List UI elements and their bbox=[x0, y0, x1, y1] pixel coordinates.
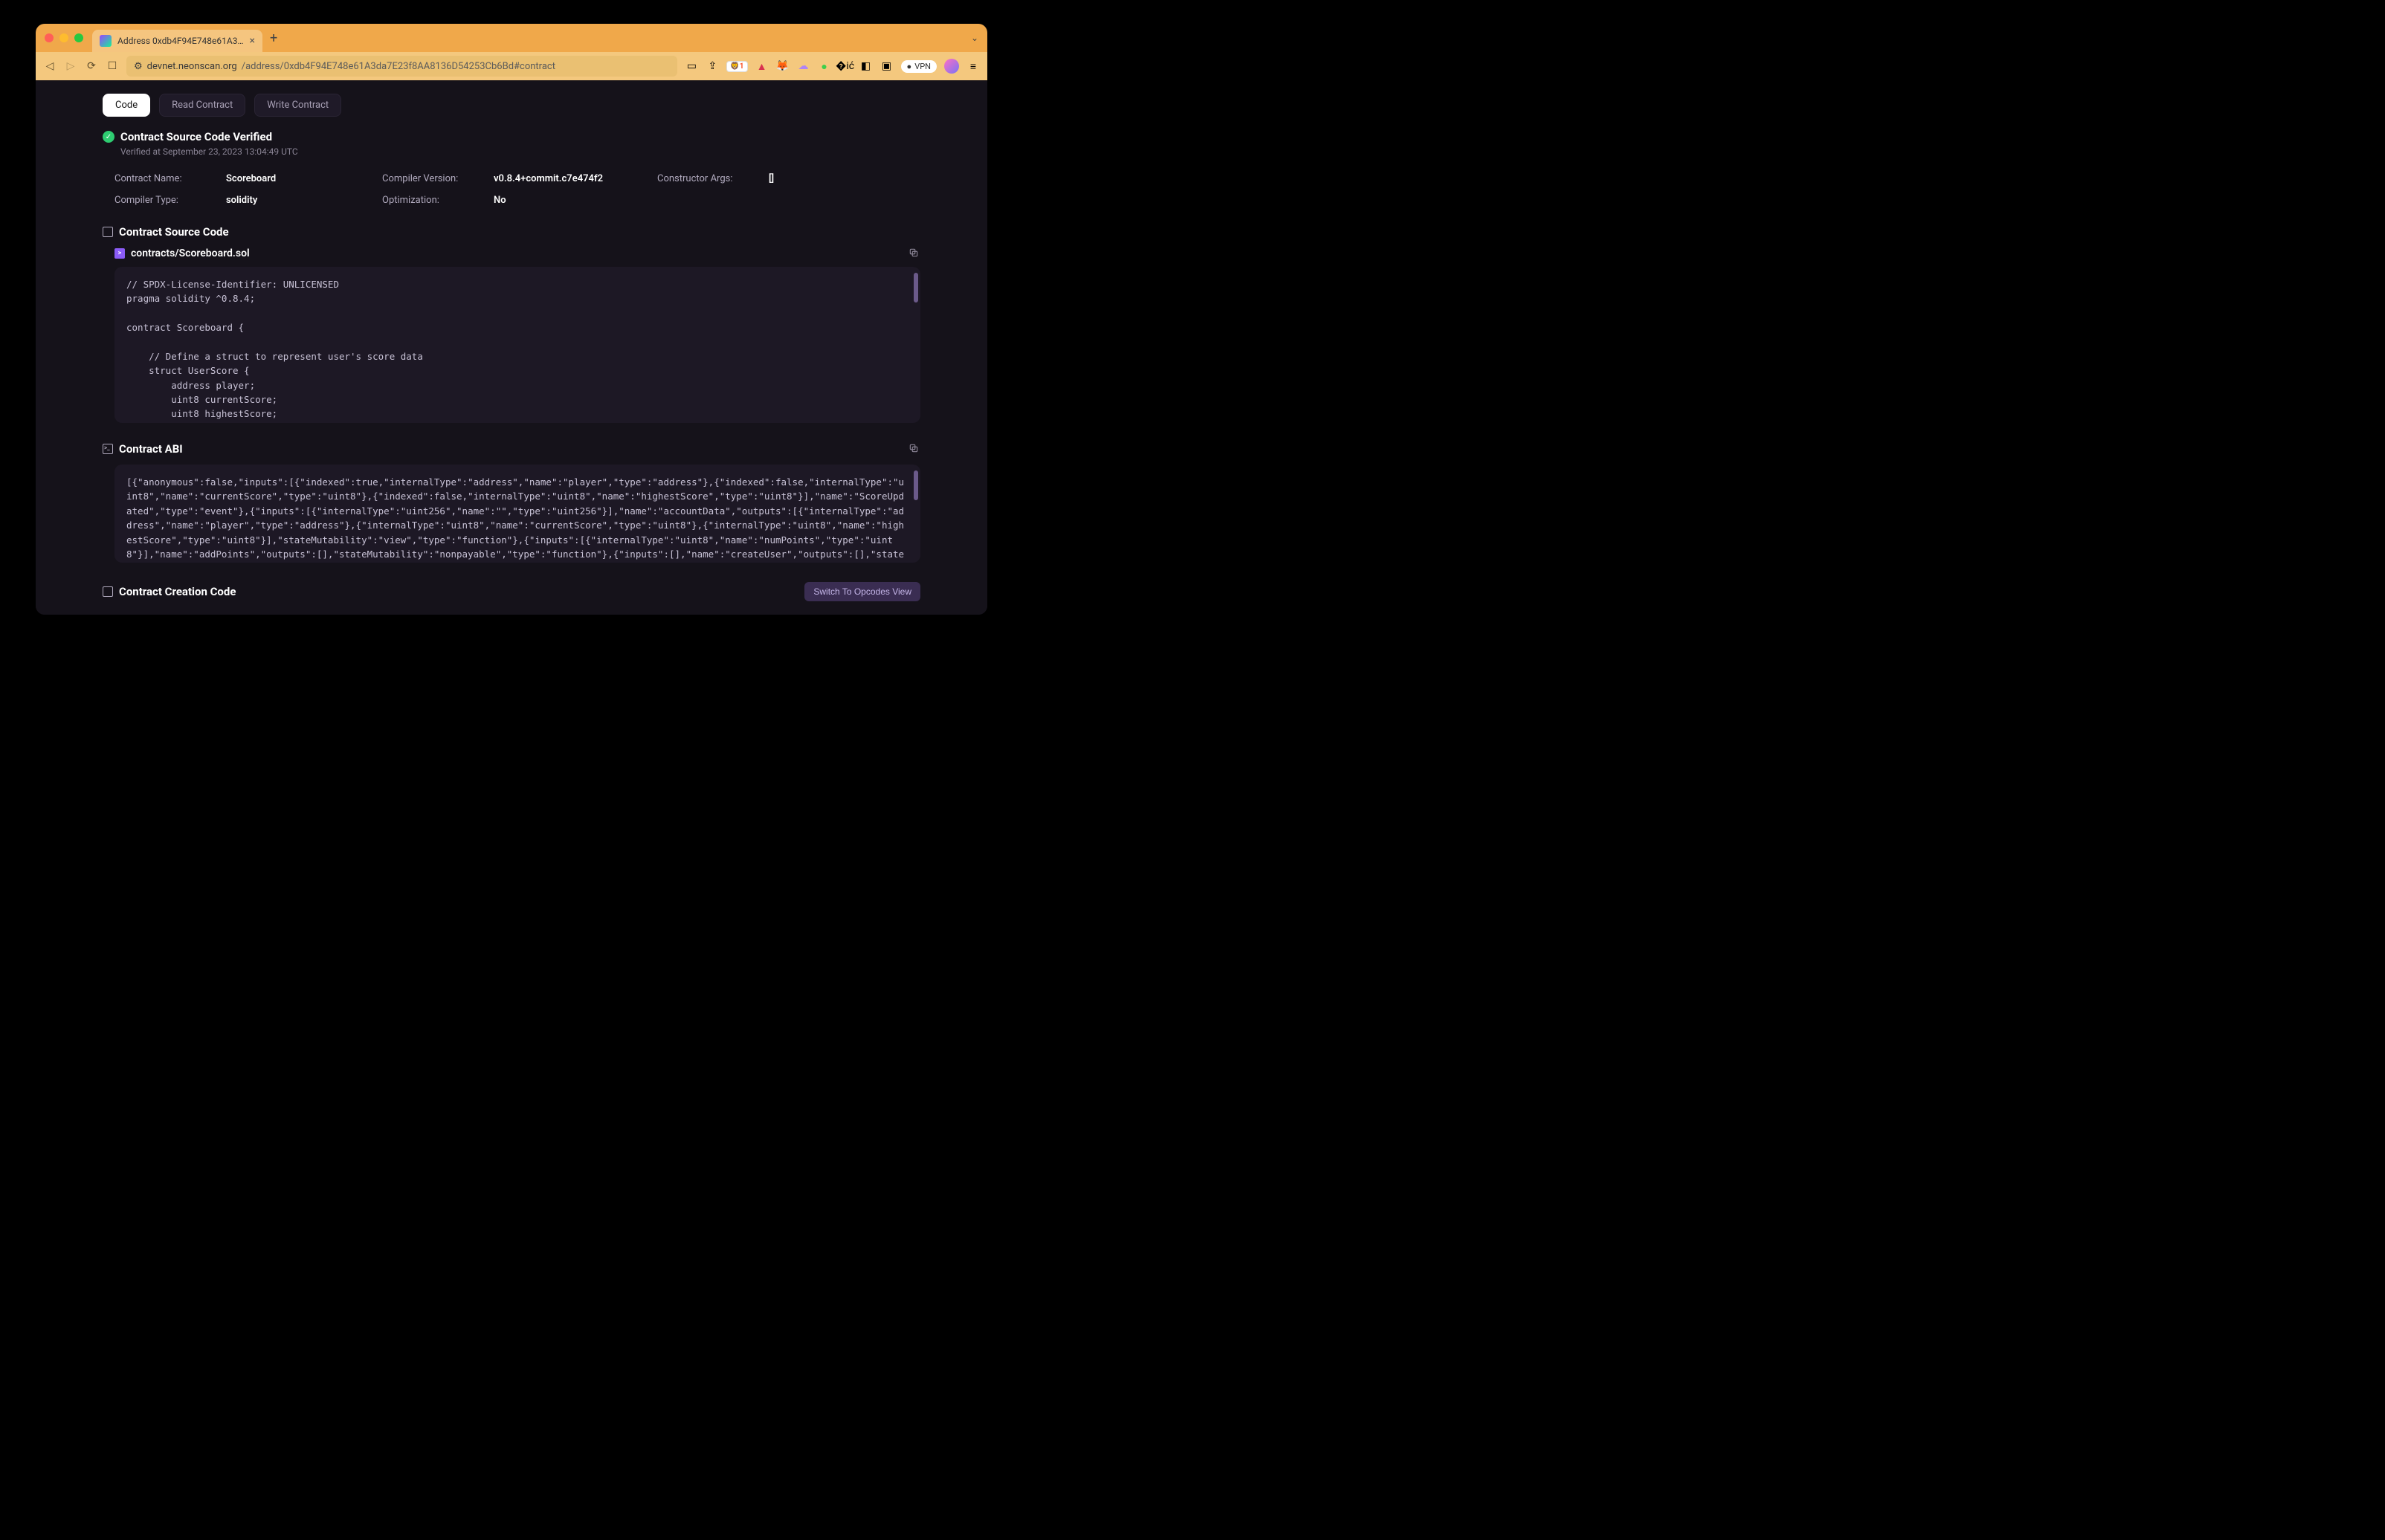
verified-title: Contract Source Code Verified bbox=[120, 130, 272, 143]
maximize-window-button[interactable] bbox=[74, 33, 83, 42]
verified-header: ✓ Contract Source Code Verified bbox=[103, 130, 920, 143]
source-code-box[interactable]: // SPDX-License-Identifier: UNLICENSED p… bbox=[114, 267, 920, 423]
menu-button[interactable]: ≡ bbox=[966, 59, 980, 73]
extensions-menu-icon[interactable]: �ić bbox=[839, 59, 852, 73]
close-tab-button[interactable]: × bbox=[250, 35, 255, 47]
source-file-header: > contracts/Scoreboard.sol bbox=[103, 248, 920, 259]
optimization-label: Optimization: bbox=[382, 195, 494, 206]
compiler-type-label: Compiler Type: bbox=[114, 195, 226, 206]
compiler-version-label: Compiler Version: bbox=[382, 173, 494, 184]
creation-section-icon bbox=[103, 586, 113, 597]
verified-timestamp: Verified at September 23, 2023 13:04:49 … bbox=[120, 146, 920, 157]
forward-button[interactable]: ▷ bbox=[64, 60, 77, 72]
url-host: devnet.neonscan.org bbox=[147, 61, 237, 72]
toolbar: ◁ ▷ ⟳ ☐ ⚙ devnet.neonscan.org/address/0x… bbox=[36, 52, 987, 80]
abi-section-icon bbox=[103, 444, 113, 454]
optimization-value: No bbox=[494, 195, 657, 206]
brave-rewards-icon[interactable]: ▲ bbox=[755, 59, 769, 73]
metamask-extension-icon[interactable]: 🦊 bbox=[776, 59, 790, 73]
scrollbar-thumb[interactable] bbox=[914, 470, 918, 500]
browser-window: Address 0xdb4F94E748e61A3… × + ⌄ ◁ ▷ ⟳ ☐… bbox=[36, 24, 987, 615]
desktop-icon[interactable]: ▭ bbox=[685, 59, 698, 73]
browser-tab[interactable]: Address 0xdb4F94E748e61A3… × bbox=[92, 30, 262, 52]
bookmark-button[interactable]: ☐ bbox=[106, 60, 119, 72]
copy-source-button[interactable] bbox=[909, 248, 920, 259]
source-section-title: Contract Source Code bbox=[119, 225, 229, 239]
titlebar: Address 0xdb4F94E748e61A3… × + ⌄ bbox=[36, 24, 987, 52]
brave-shields-icon[interactable]: 🦁1 bbox=[726, 61, 747, 72]
source-section-icon bbox=[103, 227, 113, 237]
back-button[interactable]: ◁ bbox=[43, 60, 57, 72]
file-icon: > bbox=[114, 248, 125, 259]
profile-avatar[interactable] bbox=[944, 59, 959, 74]
contract-name-value: Scoreboard bbox=[226, 173, 382, 184]
creation-section-title: Contract Creation Code bbox=[119, 585, 236, 598]
new-tab-button[interactable]: + bbox=[270, 30, 277, 46]
reload-button[interactable]: ⟳ bbox=[85, 60, 98, 72]
switch-opcodes-button[interactable]: Switch To Opcodes View bbox=[804, 582, 920, 601]
tab-write-contract[interactable]: Write Contract bbox=[254, 94, 341, 117]
toolbar-right: ▭ ⇪ 🦁1 ▲ 🦊 ☁ ● �ić ◧ ▣ ●VPN ≡ bbox=[685, 59, 980, 74]
tab-code[interactable]: Code bbox=[103, 94, 150, 117]
window-controls bbox=[45, 33, 83, 42]
source-code-section-header: Contract Source Code bbox=[103, 225, 920, 239]
scrollbar-thumb[interactable] bbox=[914, 273, 918, 302]
close-window-button[interactable] bbox=[45, 33, 54, 42]
contract-meta: Contract Name: Scoreboard Compiler Versi… bbox=[103, 173, 920, 206]
source-file-name: contracts/Scoreboard.sol bbox=[131, 248, 250, 259]
share-icon[interactable]: ⇪ bbox=[706, 59, 719, 73]
copy-abi-button[interactable] bbox=[909, 443, 920, 455]
contract-name-label: Contract Name: bbox=[114, 173, 226, 184]
compiler-type-value: solidity bbox=[226, 195, 382, 206]
site-settings-icon[interactable]: ⚙ bbox=[134, 61, 143, 72]
minimize-window-button[interactable] bbox=[59, 33, 68, 42]
sidepanel-icon[interactable]: ◧ bbox=[859, 59, 873, 73]
tab-title: Address 0xdb4F94E748e61A3… bbox=[117, 36, 244, 46]
verified-check-icon: ✓ bbox=[103, 131, 114, 143]
vpn-button[interactable]: ●VPN bbox=[901, 60, 937, 73]
constructor-args-label: Constructor Args: bbox=[657, 173, 769, 184]
abi-code-text: [{"anonymous":false,"inputs":[{"indexed"… bbox=[126, 476, 904, 563]
source-code-text: // SPDX-License-Identifier: UNLICENSED p… bbox=[126, 279, 423, 423]
tabs-dropdown-button[interactable]: ⌄ bbox=[971, 33, 978, 43]
wallet-icon[interactable]: ▣ bbox=[880, 59, 894, 73]
creation-code-section-header: Contract Creation Code Switch To Opcodes… bbox=[103, 582, 920, 601]
abi-code-box[interactable]: [{"anonymous":false,"inputs":[{"indexed"… bbox=[114, 465, 920, 563]
compiler-version-value: v0.8.4+commit.c7e474f2 bbox=[494, 173, 657, 184]
contract-tabs: Code Read Contract Write Contract bbox=[103, 94, 920, 117]
extension-icon-green[interactable]: ● bbox=[818, 59, 831, 73]
abi-section-title: Contract ABI bbox=[119, 442, 183, 456]
tab-favicon bbox=[100, 35, 112, 47]
constructor-args-value: [] bbox=[769, 173, 843, 184]
abi-section-header: Contract ABI bbox=[103, 442, 920, 456]
tab-read-contract[interactable]: Read Contract bbox=[159, 94, 245, 117]
url-path: /address/0xdb4F94E748e61A3da7E23f8AA8136… bbox=[242, 61, 555, 72]
address-bar[interactable]: ⚙ devnet.neonscan.org/address/0xdb4F94E7… bbox=[126, 56, 677, 77]
extension-icon-purple[interactable]: ☁ bbox=[797, 59, 810, 73]
page-content: Code Read Contract Write Contract ✓ Cont… bbox=[36, 80, 987, 615]
